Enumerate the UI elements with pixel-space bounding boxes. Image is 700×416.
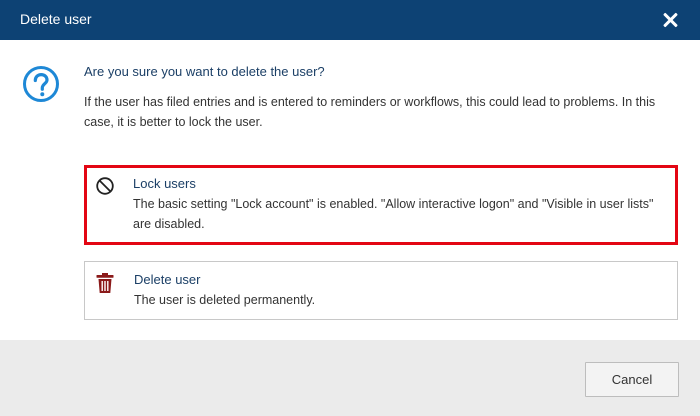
cancel-button[interactable]: Cancel <box>585 362 679 397</box>
confirmation-question: Are you sure you want to delete the user… <box>84 64 325 79</box>
lock-users-title: Lock users <box>133 176 196 191</box>
dialog-titlebar: Delete user <box>0 0 700 40</box>
lock-users-option[interactable]: Lock users The basic setting "Lock accou… <box>84 165 678 245</box>
delete-user-title: Delete user <box>134 272 201 287</box>
delete-user-description: The user is deleted permanently. <box>134 293 316 307</box>
trash-icon <box>96 273 114 293</box>
dialog-content: Are you sure you want to delete the user… <box>0 40 700 340</box>
prohibited-icon <box>96 177 114 195</box>
warning-description: If the user has filed entries and is ent… <box>84 95 656 129</box>
lock-users-description: The basic setting "Lock account" is enab… <box>133 197 654 231</box>
close-icon[interactable] <box>658 8 682 32</box>
question-icon <box>23 66 59 102</box>
dialog-title: Delete user <box>20 11 92 27</box>
dialog-footer: Cancel <box>0 340 700 416</box>
delete-user-option[interactable]: Delete user The user is deleted permanen… <box>84 261 678 320</box>
